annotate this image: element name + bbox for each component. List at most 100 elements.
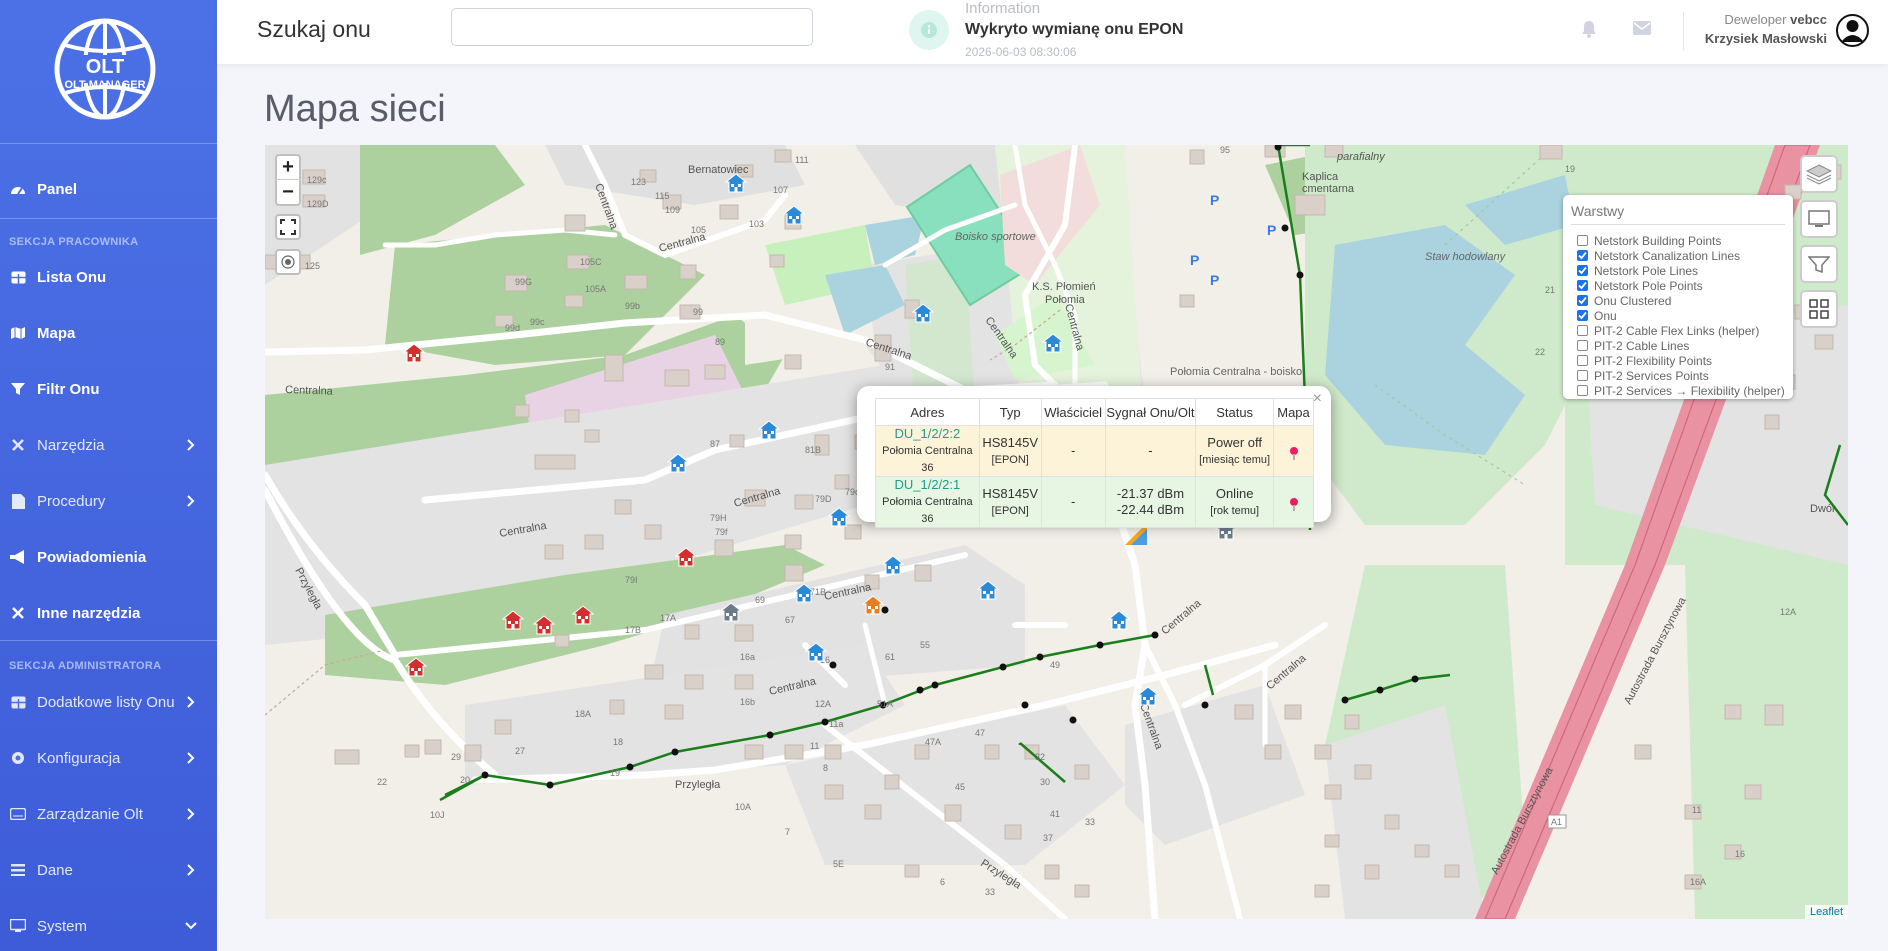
svg-text:87: 87	[710, 439, 720, 449]
table-header-row: Adres Typ Właściciel Sygnał Onu/Olt Stat…	[875, 398, 1314, 426]
layer-checkbox[interactable]	[1577, 340, 1588, 351]
layer-checkbox[interactable]	[1577, 370, 1588, 381]
layer-checkbox[interactable]	[1577, 385, 1588, 396]
sidebar-item-konfiguracja[interactable]: Konfiguracja	[0, 738, 217, 778]
sidebar-item-filtr-onu[interactable]: Filtr Onu	[0, 369, 217, 409]
layer-checkbox[interactable]	[1577, 355, 1588, 366]
chevron-right-icon	[187, 864, 195, 876]
layer-checkbox[interactable]	[1577, 310, 1588, 321]
onu-marker-house-icon[interactable]	[782, 205, 806, 225]
sidebar-item-procedury[interactable]: Procedury	[0, 481, 217, 521]
svg-text:45: 45	[955, 782, 965, 792]
map-pin-icon[interactable]	[1289, 447, 1298, 460]
layer-item[interactable]: Netstork Canalization Lines	[1571, 248, 1785, 263]
layer-item[interactable]: PIT-2 Cable Lines	[1571, 338, 1785, 353]
layer-checkbox[interactable]	[1577, 250, 1588, 261]
tile-switch-button[interactable]	[1800, 200, 1838, 238]
onu-marker-house-icon[interactable]	[674, 547, 698, 567]
sidebar-item-mapa[interactable]: Mapa	[0, 313, 217, 353]
layer-item[interactable]: PIT-2 Services Points	[1571, 368, 1785, 383]
fullscreen-button[interactable]	[275, 214, 301, 240]
layer-item[interactable]: Netstork Pole Points	[1571, 278, 1785, 293]
onu-marker-house-icon[interactable]	[501, 610, 525, 630]
col-typ: Typ	[978, 398, 1042, 426]
layer-item[interactable]: Onu	[1571, 308, 1785, 323]
svg-text:67: 67	[785, 615, 795, 625]
sidebar-item-panel[interactable]: Panel	[0, 169, 217, 209]
layer-label: PIT-2 Services → Flexibility (helper)	[1594, 383, 1785, 398]
zoom-out-button[interactable]: −	[275, 180, 301, 206]
onu-marker-house-icon[interactable]	[532, 615, 556, 635]
onu-marker-house-icon[interactable]	[792, 583, 816, 603]
layer-item[interactable]: Netstork Building Points	[1571, 233, 1785, 248]
label-staw: Staw hodowlany	[1425, 251, 1507, 263]
layer-item[interactable]: PIT-2 Services → Flexibility (helper)	[1571, 383, 1785, 398]
sidebar-item-lista-onu[interactable]: Lista Onu	[0, 257, 217, 297]
locate-button[interactable]	[275, 249, 301, 275]
onu-marker-house-icon[interactable]	[757, 420, 781, 440]
zoom-in-button[interactable]: +	[275, 154, 301, 180]
svg-text:20: 20	[460, 775, 470, 785]
onu-type-sub: [EPON]	[991, 453, 1029, 466]
cell-adres: DU_1/2/2:1 Połomia Centralna 36	[875, 476, 980, 528]
onu-marker-house-icon[interactable]	[976, 580, 1000, 600]
layer-checkbox[interactable]	[1577, 235, 1588, 246]
onu-marker-house-icon[interactable]	[861, 595, 885, 615]
cell-status: Online [rok temu]	[1195, 476, 1274, 528]
bell-icon[interactable]	[1581, 20, 1597, 38]
envelope-icon[interactable]	[1633, 21, 1651, 35]
onu-link[interactable]: DU_1/2/2:2	[894, 426, 960, 441]
layer-item[interactable]: Onu Clustered	[1571, 293, 1785, 308]
notification-message[interactable]: Wykryto wymianę onu EPON	[965, 21, 1183, 39]
sidebar-item-label: Filtr Onu	[37, 380, 100, 398]
sidebar-item-inne-narzedzia[interactable]: Inne narzędzia	[0, 593, 217, 633]
sidebar-item-narzedzia[interactable]: Narzędzia	[0, 425, 217, 465]
layers-button[interactable]	[1800, 155, 1838, 193]
onu-marker-house-icon[interactable]	[724, 173, 748, 193]
layer-item[interactable]: PIT-2 Cable Flex Links (helper)	[1571, 323, 1785, 338]
onu-marker-house-icon[interactable]	[402, 343, 426, 363]
grid-button[interactable]	[1800, 290, 1838, 328]
user-name[interactable]: Krzysiek Masłowski	[1705, 31, 1827, 46]
onu-link[interactable]: DU_1/2/2:1	[894, 477, 960, 492]
layer-checkbox[interactable]	[1577, 295, 1588, 306]
onu-marker-house-icon[interactable]	[1041, 333, 1065, 353]
filter-button[interactable]	[1800, 245, 1838, 283]
onu-marker-house-icon[interactable]	[666, 453, 690, 473]
onu-marker-house-icon[interactable]	[804, 642, 828, 662]
layer-label: PIT-2 Services Points	[1594, 368, 1709, 383]
onu-address: Połomia Centralna 36	[882, 445, 973, 474]
layer-item[interactable]: PIT-2 Flexibility Points	[1571, 353, 1785, 368]
onu-marker-house-icon[interactable]	[827, 507, 851, 527]
layer-checkbox[interactable]	[1577, 280, 1588, 291]
onu-marker-house-icon[interactable]	[404, 657, 428, 677]
onu-marker-house-icon[interactable]	[1107, 610, 1131, 630]
sidebar-item-powiadomienia[interactable]: Powiadomienia	[0, 537, 217, 577]
layer-item[interactable]: Netstork Pole Lines	[1571, 263, 1785, 278]
sidebar-item-dodatkowe-listy[interactable]: Dodatkowe listy Onu	[0, 682, 217, 722]
popup-close-button[interactable]: ×	[1313, 390, 1322, 408]
onu-marker-house-icon[interactable]	[881, 555, 905, 575]
olt-manager-logo[interactable]: OLT OLT MANAGER	[53, 17, 158, 122]
onu-marker-house-icon[interactable]	[571, 605, 595, 625]
svg-text:8: 8	[823, 763, 828, 773]
onu-marker-house-icon[interactable]	[1136, 686, 1160, 706]
svg-text:11a: 11a	[829, 719, 843, 729]
sidebar-item-dane[interactable]: Dane	[0, 850, 217, 890]
layer-checkbox[interactable]	[1577, 325, 1588, 336]
search-input[interactable]	[451, 8, 813, 46]
avatar[interactable]	[1836, 14, 1869, 47]
label-ks-plomien: K.S. Płomień	[1032, 281, 1096, 293]
leaflet-attribution[interactable]: Leaflet	[1804, 905, 1848, 919]
network-map[interactable]: PPPP Bernatowiec Centralna Centralna Cen…	[265, 145, 1848, 919]
onu-marker-house-icon[interactable]	[719, 602, 743, 622]
sidebar-item-system[interactable]: System	[0, 906, 217, 946]
onu-marker-house-icon[interactable]	[911, 303, 935, 323]
sidebar-item-zarzadzanie-olt[interactable]: Zarządzanie Olt	[0, 794, 217, 834]
layer-label: Netstork Building Points	[1594, 233, 1722, 248]
layer-checkbox[interactable]	[1577, 265, 1588, 276]
map-pin-icon[interactable]	[1289, 498, 1298, 511]
sidebar-item-label: Mapa	[37, 324, 76, 342]
page-title: Mapa sieci	[264, 88, 446, 130]
sidebar-divider	[0, 143, 217, 144]
